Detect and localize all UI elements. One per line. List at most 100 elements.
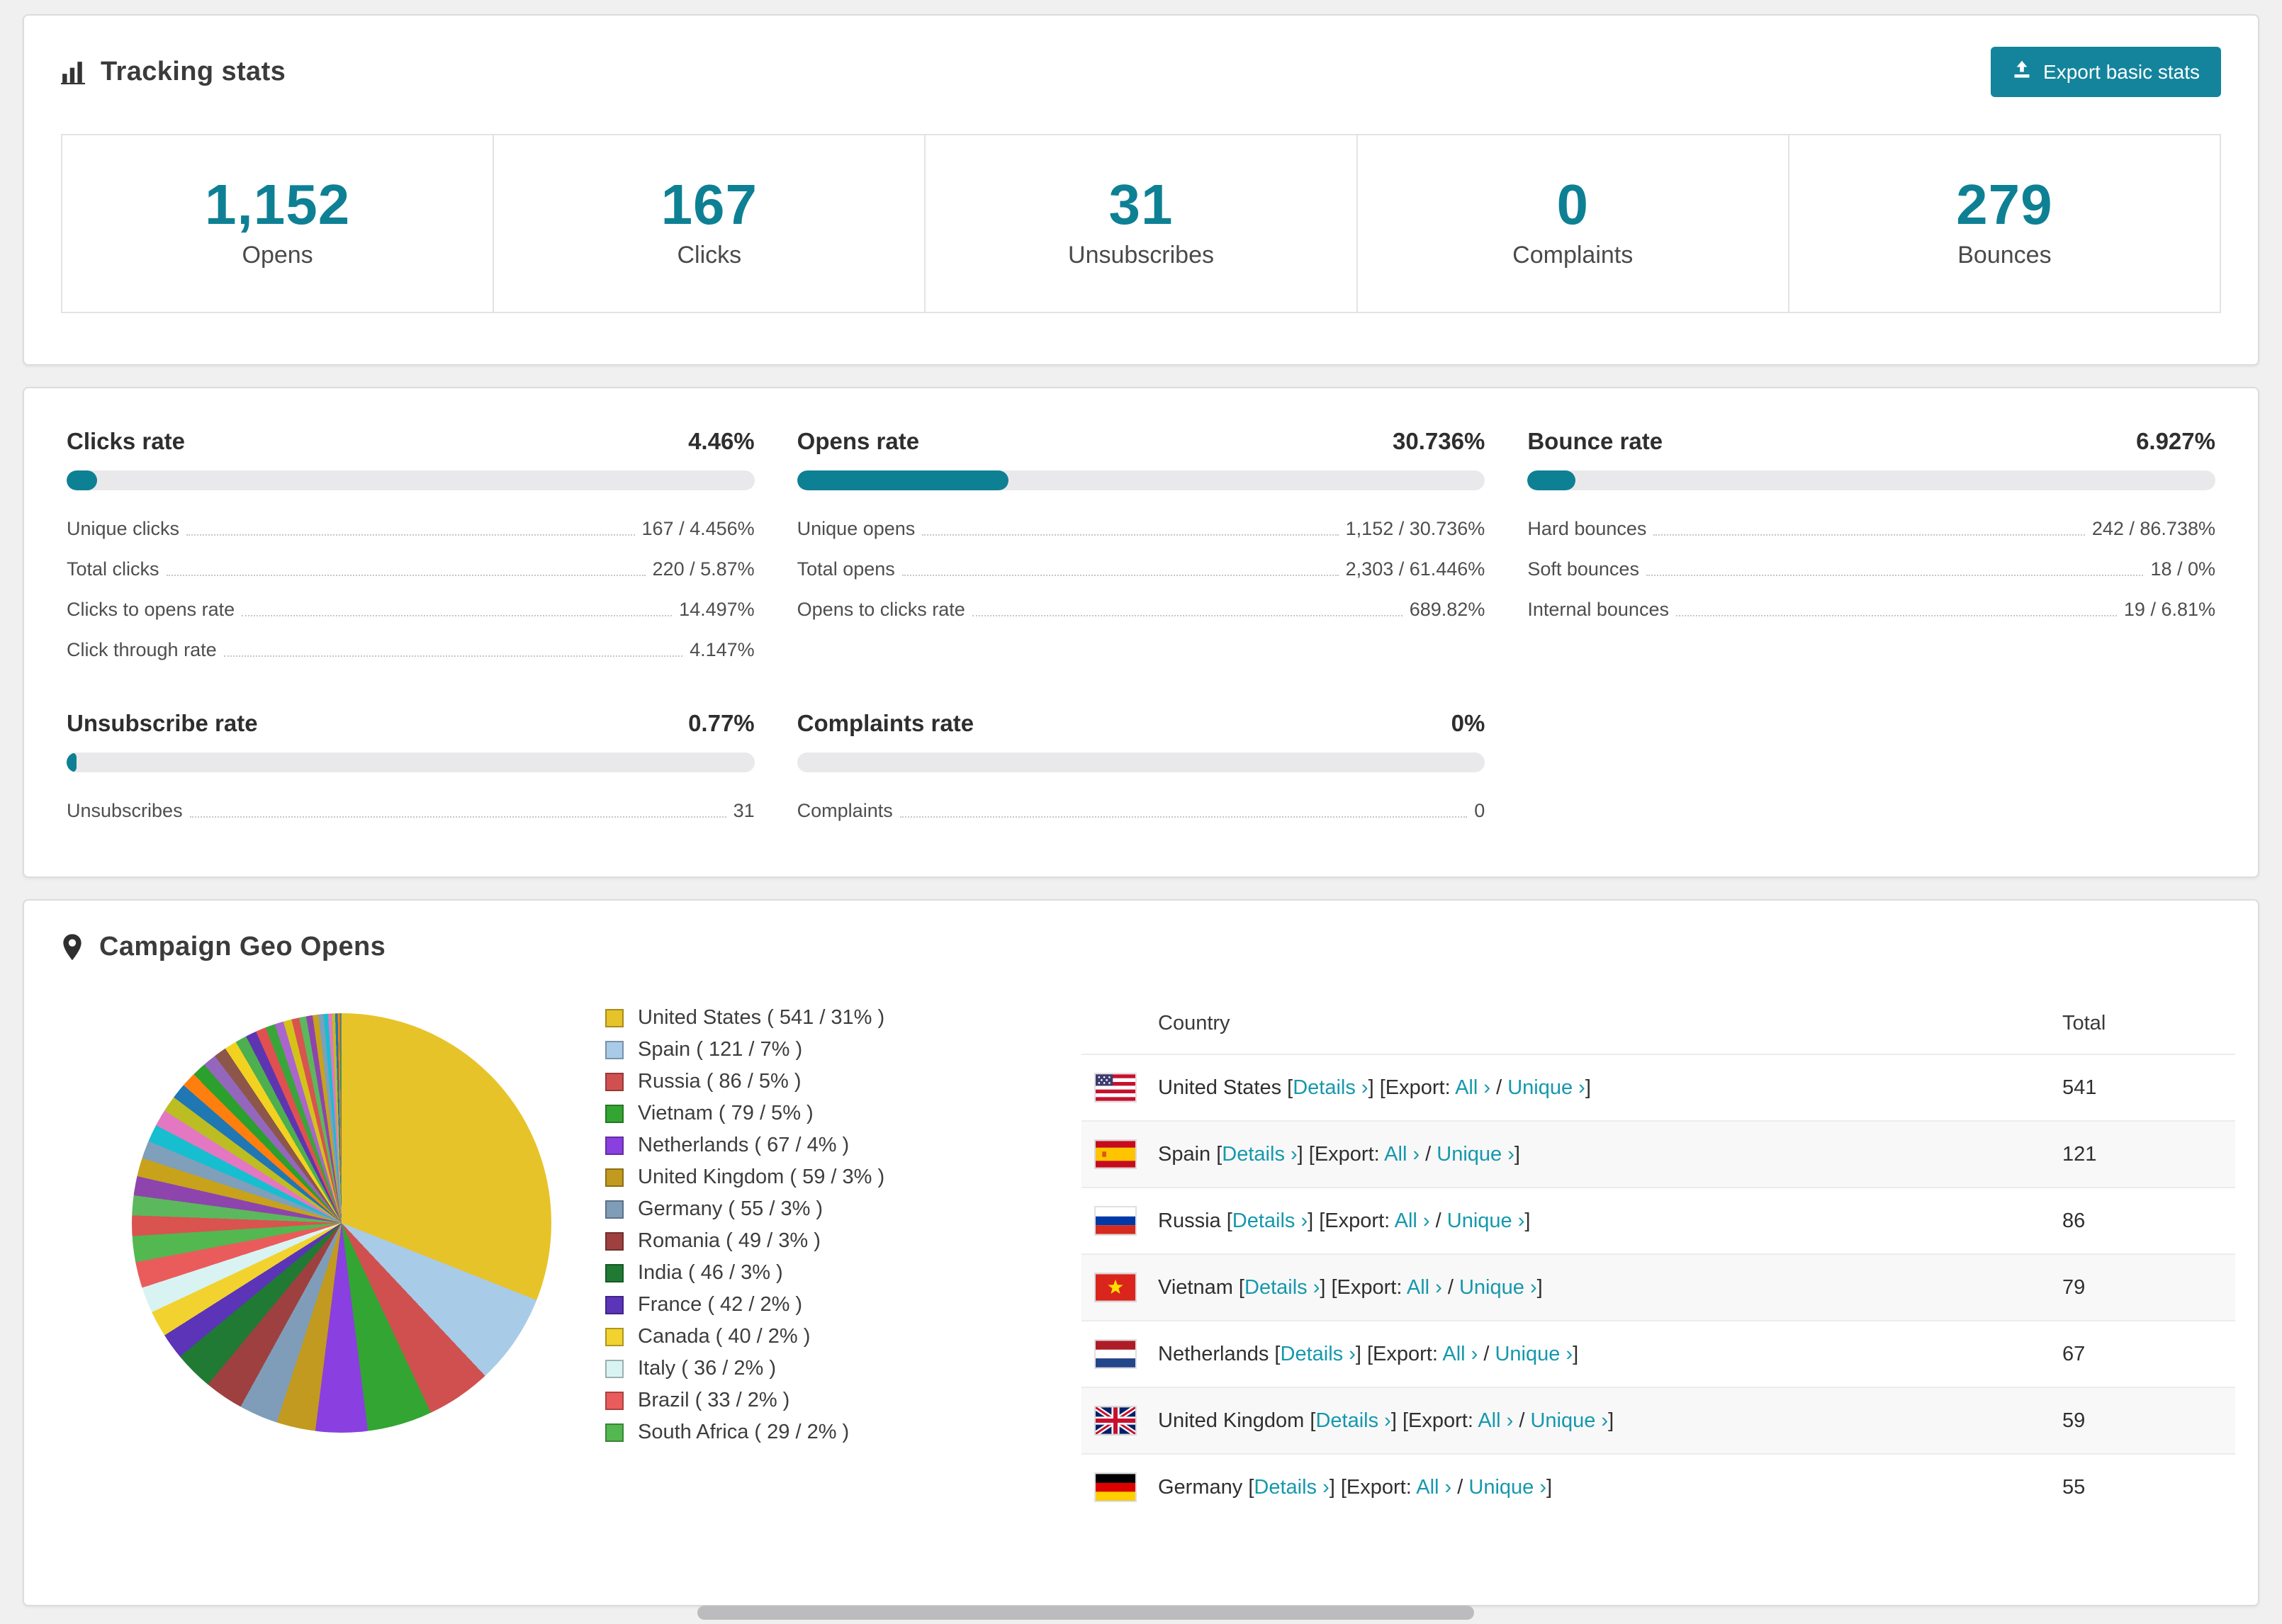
dotted-leader [1646,575,2144,576]
legend-item-france: France ( 42 / 2% ) [605,1289,1081,1321]
geo-table-row-spain: Spain [Details ›] [Export: All › / Uniqu… [1081,1120,2235,1187]
rate-title: Clicks rate [67,428,185,454]
export-all-link[interactable]: All › [1395,1209,1430,1232]
rate-percent: 6.927% [2136,428,2215,454]
legend-item-italy: Italy ( 36 / 2% ) [605,1353,1081,1385]
progress-bar [797,752,1485,772]
rate-panel-complaints-rate: Complaints rate 0% Complaints 0 [797,710,1485,831]
export-all-link[interactable]: All › [1442,1343,1478,1365]
legend-label: Germany ( 55 / 3% ) [638,1197,824,1220]
dotted-leader [972,615,1403,616]
export-all-link[interactable]: All › [1478,1409,1513,1432]
rate-panel-opens-rate: Opens rate 30.736% Unique opens 1,152 / 30.… [797,428,1485,670]
stat-value: 0 [1556,173,1589,236]
rate-detail-label: Unsubscribes [67,800,183,821]
rate-detail-label: Total clicks [67,558,159,580]
progress-bar [797,470,1485,490]
export-unique-link[interactable]: Unique › [1530,1409,1608,1432]
export-unique-link[interactable]: Unique › [1437,1143,1514,1166]
rate-percent: 4.46% [688,428,755,454]
country-total: 121 [2062,1142,2097,1166]
rate-detail-value: 4.147% [690,639,755,660]
legend-label: Italy ( 36 / 2% ) [638,1357,777,1380]
rate-detail-value: 220 / 5.87% [652,558,755,580]
legend-item-spain: Spain ( 121 / 7% ) [605,1034,1081,1066]
rate-head: Opens rate 30.736% [797,428,1485,455]
rate-detail-value: 1,152 / 30.736% [1345,518,1485,539]
legend-label: South Africa ( 29 / 2% ) [638,1421,850,1443]
country-name: Netherlands [1158,1342,1269,1365]
rates-card: Clicks rate 4.46% Unique clicks 167 / 4.456… [23,387,2259,878]
progress-bar [67,470,755,490]
flag-es-icon [1096,1141,1135,1168]
rate-detail-value: 2,303 / 61.446% [1345,558,1485,580]
geo-table-row-russia: Russia [Details ›] [Export: All › / Uniq… [1081,1187,2235,1253]
geo-table-row-united-kingdom: United Kingdom [Details ›] [Export: All … [1081,1387,2235,1453]
legend-swatch [605,1359,624,1378]
details-link[interactable]: Details › [1293,1076,1368,1099]
details-link[interactable]: Details › [1244,1276,1320,1299]
legend-item-united-states: United States ( 541 / 31% ) [605,1002,1081,1034]
progress-bar-fill [1527,470,1575,490]
dotted-leader [1653,534,2085,536]
flag-nl-icon [1096,1341,1135,1368]
details-link[interactable]: Details › [1232,1209,1308,1232]
details-link[interactable]: Details › [1281,1343,1356,1365]
rate-detail-value: 167 / 4.456% [641,518,755,539]
rate-detail-value: 31 [733,800,755,821]
details-link[interactable]: Details › [1254,1476,1329,1499]
column-header-country: Country [1158,1012,1230,1034]
details-link[interactable]: Details › [1315,1409,1390,1432]
export-unique-link[interactable]: Unique › [1507,1076,1585,1099]
flag-gb-icon [1096,1407,1135,1434]
tracking-stats-header: Tracking stats Export basic stats [24,16,2258,97]
rate-detail-label: Click through rate [67,639,217,660]
country-name: Russia [1158,1209,1221,1232]
export-unique-link[interactable]: Unique › [1468,1476,1546,1499]
legend-swatch [605,1423,624,1442]
rate-panel-unsubscribe-rate: Unsubscribe rate 0.77% Unsubscribes 31 [67,710,755,831]
stat-value: 167 [661,173,758,236]
progress-bar [67,752,755,772]
export-unique-link[interactable]: Unique › [1459,1276,1537,1299]
rate-detail-row: Total opens 2,303 / 61.446% [797,549,1485,590]
export-all-link[interactable]: All › [1416,1476,1451,1499]
dotted-leader [166,575,646,576]
legend-item-romania: Romania ( 49 / 3% ) [605,1225,1081,1257]
geo-table-row-netherlands: Netherlands [Details ›] [Export: All › /… [1081,1320,2235,1387]
export-basic-stats-button[interactable]: Export basic stats [1991,47,2221,97]
legend-item-united-kingdom: United Kingdom ( 59 / 3% ) [605,1161,1081,1193]
legend-label: Netherlands ( 67 / 4% ) [638,1134,850,1156]
export-unique-link[interactable]: Unique › [1447,1209,1525,1232]
stat-label: Complaints [1512,242,1634,269]
stat-value: 279 [1956,173,2053,236]
rate-detail-label: Total opens [797,558,895,580]
rate-detail-row: Unsubscribes 31 [67,791,755,831]
geo-table-row-germany: Germany [Details ›] [Export: All › / Uni… [1081,1453,2235,1520]
export-all-link[interactable]: All › [1455,1076,1490,1099]
geo-body: United States ( 541 / 31% ) Spain ( 121 /… [61,991,2235,1520]
country-cell: United Kingdom [Details ›] [Export: All … [1158,1409,1614,1432]
rate-detail-value: 689.82% [1409,599,1485,620]
legend-label: Romania ( 49 / 3% ) [638,1229,821,1252]
progress-bar-fill [67,752,77,772]
details-link[interactable]: Details › [1222,1143,1297,1166]
stat-box-opens: 1,152 Opens [62,135,495,312]
horizontal-scrollbar-thumb[interactable] [697,1606,1474,1620]
legend-label: India ( 46 / 3% ) [638,1261,783,1284]
legend-label: France ( 42 / 2% ) [638,1293,803,1316]
country-name: Spain [1158,1142,1211,1166]
rate-head: Unsubscribe rate 0.77% [67,710,755,737]
export-unique-link[interactable]: Unique › [1495,1343,1573,1365]
rate-detail-row: Complaints 0 [797,791,1485,831]
export-all-link[interactable]: All › [1407,1276,1442,1299]
rate-detail-row: Soft bounces 18 / 0% [1527,549,2215,590]
export-all-link[interactable]: All › [1384,1143,1420,1166]
legend-item-india: India ( 46 / 3% ) [605,1257,1081,1289]
country-cell: Germany [Details ›] [Export: All › / Uni… [1158,1475,1553,1499]
geo-pie-chart [132,1013,551,1433]
legend-swatch [605,1200,624,1219]
country-total: 79 [2062,1275,2086,1299]
rate-detail-label: Clicks to opens rate [67,599,235,620]
rate-panel-bounce-rate: Bounce rate 6.927% Hard bounces 242 / 86.73… [1527,428,2215,670]
